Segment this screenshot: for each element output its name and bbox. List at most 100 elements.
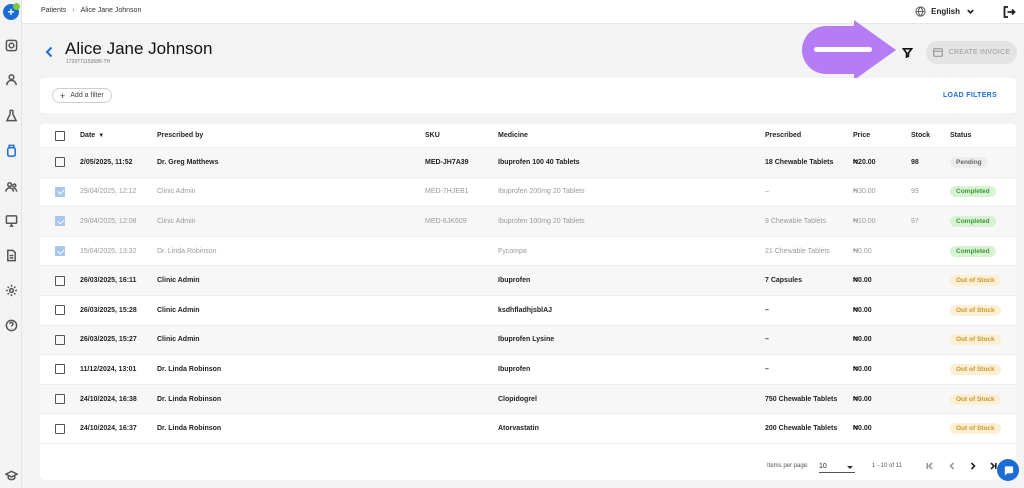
table-row[interactable]: 15/04/2025, 13:32 Dr. Linda Robinson Fycom… [40, 237, 1016, 267]
row-checkbox[interactable] [55, 216, 65, 227]
status-badge: Out of Stock [950, 393, 1001, 405]
table-row[interactable]: 26/03/2025, 15:28 Clinic Admin ksdhfladhjs… [40, 296, 1016, 326]
back-button[interactable] [44, 45, 54, 58]
prescriptions-table: Date ▼ Prescribed by SKU Medicine Prescri… [40, 124, 1016, 480]
load-filters-button[interactable]: LOAD FILTERS [943, 92, 997, 99]
chat-icon [1004, 465, 1013, 476]
cell-medicine: Ibuprofen [498, 365, 531, 373]
reports-icon[interactable] [4, 248, 18, 262]
table-row[interactable]: 29/04/2025, 12:12 Clinic Admin MED-7HJEB1 I… [40, 178, 1016, 208]
cell-medicine: Ibuprofen 100mg 20 Tablets [498, 217, 585, 225]
table-row[interactable]: 26/03/2025, 16:11 Clinic Admin Ibuprofen 7 … [40, 266, 1016, 296]
breadcrumb-patients-link[interactable]: Patients [41, 7, 66, 14]
chevron-right-icon [970, 462, 976, 470]
cell-medicine: Fycompa [498, 247, 527, 255]
logout-icon [1003, 6, 1016, 18]
table-row[interactable]: 2/05/2025, 11:52 Dr. Greg Matthews MED-JH7… [40, 148, 1016, 178]
cell-price: ₦0.00 [853, 277, 872, 285]
cell-stock: 97 [911, 217, 919, 225]
add-filter-button[interactable]: + Add a filter [52, 88, 112, 103]
cell-price: ₦0.00 [853, 336, 872, 344]
filter-bar: + Add a filter LOAD FILTERS [40, 78, 1016, 113]
cell-prescribed: 200 Chewable Tablets [765, 425, 838, 433]
dashboard-icon[interactable] [4, 38, 18, 52]
cell-date: 15/04/2025, 13:32 [80, 247, 137, 255]
table-row[interactable]: 11/12/2024, 13:01 Dr. Linda Robinson Ibupr… [40, 355, 1016, 385]
patient-id: 1729771153686-TH [66, 59, 111, 65]
select-all-checkbox[interactable] [55, 130, 65, 141]
cell-medicine: Ibuprofen 100 40 Tablets [498, 158, 580, 166]
cell-date: 26/03/2025, 16:11 [80, 277, 137, 285]
academy-icon[interactable] [4, 468, 18, 482]
pharmacy-icon[interactable] [4, 143, 18, 157]
cell-price: ₦0.00 [853, 395, 872, 403]
first-page-button[interactable] [925, 461, 935, 471]
add-filter-label: Add a filter [70, 92, 104, 99]
language-selector[interactable]: English [915, 6, 976, 17]
last-page-icon [990, 462, 997, 470]
table-row[interactable]: 29/04/2025, 12:08 Clinic Admin MED-6JK609 I… [40, 207, 1016, 237]
plus-icon: + [60, 90, 66, 101]
cell-stock: 98 [911, 158, 919, 166]
create-invoice-button[interactable]: CREATE INVOICE [926, 41, 1017, 64]
cell-prescribed: 9 Chewable Tablets [765, 217, 826, 225]
cell-by: Clinic Admin [157, 306, 200, 314]
row-checkbox[interactable] [55, 364, 65, 375]
patients-icon[interactable] [4, 72, 18, 86]
chevron-left-icon [949, 462, 955, 470]
cell-date: 29/04/2025, 12:12 [80, 188, 137, 196]
sort-down-icon: ▼ [98, 132, 105, 139]
cell-medicine: Ibuprofen Lysine [498, 336, 555, 344]
cell-date: 2/05/2025, 11:52 [80, 158, 133, 166]
cell-by: Dr. Greg Matthews [157, 158, 219, 166]
filter-button[interactable] [898, 43, 916, 61]
row-checkbox[interactable] [55, 275, 65, 286]
table-row[interactable]: 24/10/2024, 16:37 Dr. Linda Robinson Atorv… [40, 414, 1016, 444]
row-checkbox[interactable] [55, 157, 65, 168]
row-checkbox[interactable] [55, 246, 65, 257]
cell-price: ₦0.00 [853, 425, 872, 433]
row-checkbox[interactable] [55, 305, 65, 316]
cell-price: ₦10.00 [853, 217, 876, 225]
cell-by: Dr. Linda Robinson [157, 395, 222, 403]
monitor-icon[interactable] [4, 213, 18, 227]
row-checkbox[interactable] [55, 186, 65, 197]
table-row[interactable]: 26/03/2025, 15:27 Clinic Admin Ibuprofen L… [40, 325, 1016, 356]
cell-stock: 99 [911, 188, 919, 196]
cell-by: Dr. Linda Robinson [157, 365, 222, 373]
logout-button[interactable] [1002, 5, 1016, 19]
column-date-label: Date [80, 132, 96, 139]
language-label: English [931, 7, 960, 16]
help-icon[interactable] [4, 318, 18, 332]
items-per-page-label: Items per page: [767, 463, 809, 469]
items-per-page-select[interactable]: 10 [819, 460, 855, 473]
status-badge: Out of Stock [950, 423, 1001, 435]
column-prescribed-by: Prescribed by [157, 132, 204, 139]
cell-medicine: Clopidogrel [498, 395, 537, 403]
plus-icon: + [7, 5, 15, 19]
chat-button[interactable] [997, 459, 1019, 481]
cell-price: ₦20.00 [853, 158, 876, 166]
cell-prescribed: 7 Capsules [765, 277, 802, 285]
row-checkbox[interactable] [55, 334, 65, 345]
row-checkbox[interactable] [55, 423, 65, 434]
status-badge: Out of Stock [950, 363, 1001, 375]
row-checkbox[interactable] [55, 394, 65, 405]
app-logo[interactable]: + [3, 3, 20, 20]
cell-medicine: Atorvastatin [498, 425, 539, 433]
column-date[interactable]: Date ▼ [80, 124, 104, 147]
lab-icon[interactable] [4, 108, 18, 122]
cell-prescribed: 750 Chewable Tablets [765, 395, 838, 403]
status-badge: Completed [950, 215, 996, 227]
table-row[interactable]: 24/10/2024, 16:38 Dr. Linda Robinson Clopi… [40, 384, 1016, 415]
settings-icon[interactable] [4, 283, 18, 297]
previous-page-button[interactable] [947, 461, 957, 471]
next-page-button[interactable] [968, 461, 978, 471]
create-invoice-label: CREATE INVOICE [948, 49, 1011, 56]
cell-prescribed: 18 Chewable Tablets [765, 158, 834, 166]
cell-prescribed: – [765, 188, 769, 196]
staff-icon[interactable] [4, 179, 18, 193]
column-medicine: Medicine [498, 132, 528, 139]
sidebar: + [0, 0, 22, 488]
page-range: 1 - 10 of 11 [872, 463, 902, 469]
